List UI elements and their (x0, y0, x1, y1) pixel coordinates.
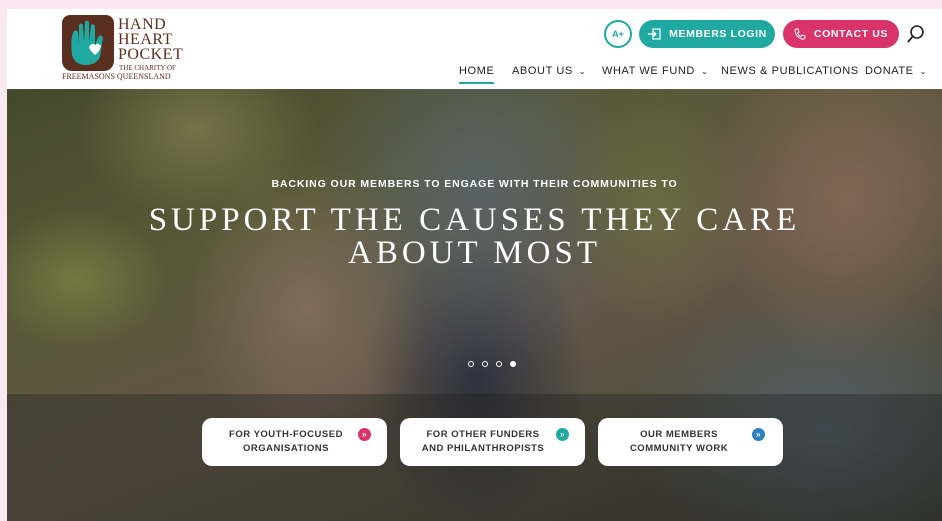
site-header: HAND HEART POCKET THE CHARITY OF FREEMAS… (7, 9, 942, 89)
card-label: FOR OTHER FUNDERS AND PHILANTHROPISTS (421, 429, 545, 454)
arrow-icon: » (752, 428, 765, 441)
nav-item-what-we-fund[interactable]: WHAT WE FUND ⌄ (602, 65, 708, 77)
nav-item-about-us[interactable]: ABOUT US ⌄ (512, 65, 586, 77)
slider-dots (468, 361, 516, 367)
nav-item-label: ABOUT US (512, 65, 573, 77)
nav-item-label: NEWS & PUBLICATIONS (721, 65, 859, 77)
logo-word-pocket: POCKET (118, 46, 184, 63)
nav-item-label: DONATE (865, 65, 914, 77)
card-funders-philanthropists[interactable]: FOR OTHER FUNDERS AND PHILANTHROPISTS » (400, 418, 585, 466)
slider-dot-3[interactable] (496, 361, 502, 367)
search-icon[interactable] (905, 23, 927, 45)
hero-title: SUPPORT THE CAUSES THEY CARE ABOUT MOST (148, 202, 801, 271)
nav-item-home[interactable]: HOME (459, 65, 495, 84)
page-frame: HAND HEART POCKET THE CHARITY OF FREEMAS… (7, 9, 942, 521)
slider-dot-4[interactable] (510, 361, 516, 367)
login-icon (648, 28, 661, 40)
hero-slider: BACKING OUR MEMBERS TO ENGAGE WITH THEIR… (7, 89, 942, 521)
nav-item-donate[interactable]: DONATE ⌄ (865, 65, 927, 77)
chevron-down-icon: ⌄ (700, 66, 709, 76)
chevron-down-icon: ⌄ (578, 66, 587, 76)
members-login-label: MEMBERS LOGIN (669, 28, 767, 40)
card-label: FOR YOUTH-FOCUSED ORGANISATIONS (229, 429, 343, 454)
accessibility-label: A+ (612, 29, 624, 39)
arrow-icon: » (358, 428, 371, 441)
chevron-down-icon: ⌄ (919, 66, 927, 76)
slider-dot-2[interactable] (482, 361, 488, 367)
slider-dot-1[interactable] (468, 361, 474, 367)
arrow-icon: » (556, 428, 569, 441)
accessibility-button[interactable]: A+ (604, 20, 632, 48)
contact-us-button[interactable]: CONTACT US (783, 20, 899, 48)
main-navigation: HOME ABOUT US ⌄ WHAT WE FUND ⌄ NEWS & PU… (7, 65, 942, 85)
card-label: OUR MEMBERS COMMUNITY WORK (629, 429, 729, 454)
nav-item-label: WHAT WE FUND (602, 65, 695, 77)
phone-icon (794, 28, 806, 40)
logo-word-heart: HEART (118, 31, 173, 48)
hand-heart-icon (62, 15, 114, 71)
logo-word-hand: HAND (118, 16, 167, 33)
card-youth-organisations[interactable]: FOR YOUTH-FOCUSED ORGANISATIONS » (202, 418, 387, 466)
card-members-community-work[interactable]: OUR MEMBERS COMMUNITY WORK » (598, 418, 783, 466)
nav-item-news-publications[interactable]: NEWS & PUBLICATIONS (721, 65, 859, 77)
contact-us-label: CONTACT US (813, 28, 889, 40)
members-login-button[interactable]: MEMBERS LOGIN (639, 20, 775, 48)
hero-kicker: BACKING OUR MEMBERS TO ENGAGE WITH THEIR… (271, 178, 678, 190)
nav-item-label: HOME (459, 65, 495, 77)
